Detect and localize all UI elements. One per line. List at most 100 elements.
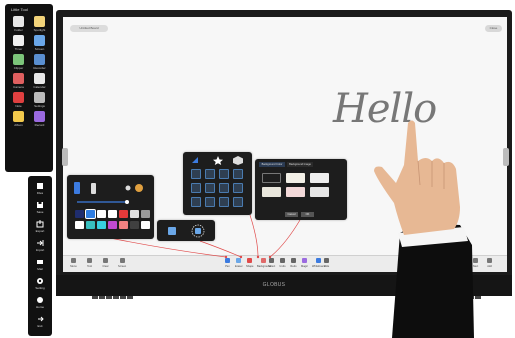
pen-icon	[225, 258, 230, 263]
background-icon	[261, 258, 267, 263]
toolbar-button-label: Clear	[102, 265, 109, 268]
tab-background-image[interactable]: Background Image	[287, 162, 313, 167]
toolbar-button[interactable]: Menu	[70, 257, 77, 268]
bg-cancel-button[interactable]: Cancel	[285, 212, 298, 217]
little-tool-item-label: Clipper	[13, 66, 24, 70]
little-tool-panel: Little Tool Folder Spotlight Timer Screen Cl…	[5, 4, 53, 172]
color-swatch[interactable]	[130, 221, 139, 229]
toolbar-button[interactable]: Screen	[118, 257, 126, 268]
background-thumbnail[interactable]	[262, 173, 281, 183]
shape-option[interactable]	[233, 197, 243, 207]
thickness-slider[interactable]	[73, 199, 133, 205]
timer-icon	[13, 35, 24, 46]
color-swatch[interactable]	[97, 210, 106, 218]
background-thumbnail[interactable]	[286, 173, 305, 183]
shape-option[interactable]	[191, 197, 201, 207]
shape-option[interactable]	[205, 197, 215, 207]
little-tool-item[interactable]: Clipper	[8, 54, 29, 73]
little-tool-item[interactable]: Camera	[8, 73, 29, 92]
shape-option[interactable]	[205, 183, 215, 193]
shape-option[interactable]	[191, 169, 201, 179]
files-icon	[37, 183, 43, 189]
exit-icon	[38, 316, 44, 322]
color-swatch[interactable]	[119, 221, 128, 229]
cube-tool-icon	[233, 156, 243, 165]
side-menu-item[interactable]: Export	[28, 220, 52, 233]
toolbar-button[interactable]: Undo	[279, 257, 286, 268]
toolbar-button[interactable]: Select	[268, 257, 275, 268]
shape-option[interactable]	[191, 183, 201, 193]
little-tool-item[interactable]: Note	[8, 92, 29, 111]
toolbar-button[interactable]: Eraser	[235, 257, 243, 268]
color-swatch[interactable]	[75, 210, 84, 218]
little-tool-item[interactable]: Album	[8, 111, 29, 130]
side-menu-item[interactable]: Save	[28, 201, 52, 214]
toolbar-button-label: Select	[268, 265, 276, 268]
toolbar-button[interactable]: Magic	[301, 257, 308, 268]
board-name-button[interactable]: Untitled Board	[70, 25, 108, 32]
color-swatch[interactable]	[141, 221, 150, 229]
side-menu-item[interactable]: Mail	[28, 258, 52, 271]
little-tool-item-label: Screen	[34, 47, 45, 51]
color-swatch[interactable]	[130, 210, 139, 218]
side-menu-item[interactable]: Files	[28, 182, 52, 195]
color-swatch[interactable]	[141, 210, 150, 218]
background-thumbnail[interactable]	[262, 187, 281, 197]
color-wheel-icon	[135, 184, 143, 192]
little-tool-item[interactable]: Record	[29, 111, 50, 130]
side-menu-item-label: Export	[35, 229, 45, 233]
select-icon	[269, 258, 275, 263]
little-tool-item[interactable]: Timer	[8, 35, 29, 54]
little-tool-item[interactable]: Folder	[8, 16, 29, 35]
shape-option[interactable]	[205, 169, 215, 179]
shape-option[interactable]	[233, 183, 243, 193]
toolbar-button[interactable]: Tool	[86, 257, 93, 268]
toolbar-button-label: Undo	[279, 265, 286, 268]
home-icon	[37, 297, 43, 303]
shape-option[interactable]	[219, 169, 229, 179]
little-tool-item[interactable]: Screen	[29, 35, 50, 54]
pen-settings-popup	[67, 175, 154, 239]
left-side-arrow-icon[interactable]	[62, 148, 68, 166]
toolbar-button-label: Eraser	[235, 265, 243, 268]
side-menu-item[interactable]: Setting	[28, 277, 52, 290]
color-swatch[interactable]	[108, 221, 117, 229]
toolbar-button[interactable]: Hide	[323, 257, 330, 268]
side-menu-item[interactable]: Import	[28, 239, 52, 252]
side-menu-item[interactable]: Home	[28, 296, 52, 309]
side-menu-item[interactable]: Exit	[28, 315, 52, 328]
folder-icon	[13, 16, 24, 27]
background-thumbnail[interactable]	[310, 173, 329, 183]
shape-popup	[183, 152, 252, 215]
background-thumbnail[interactable]	[286, 187, 305, 197]
shape-option[interactable]	[219, 183, 229, 193]
toolbar-button[interactable]: Clear	[102, 257, 109, 268]
color-swatch[interactable]	[85, 209, 96, 219]
shape-option[interactable]	[233, 169, 243, 179]
color-swatch[interactable]	[119, 210, 128, 218]
color-swatch[interactable]	[86, 221, 95, 229]
magic-icon	[302, 258, 307, 263]
little-tool-item[interactable]: Calendar	[29, 73, 50, 92]
close-button[interactable]: Close	[485, 25, 502, 32]
bg-ok-button[interactable]: OK	[301, 212, 314, 217]
toolbar-button[interactable]: Pen	[224, 257, 231, 268]
front-ports-left	[92, 286, 134, 299]
tab-background-color[interactable]: Background Color	[259, 162, 285, 167]
little-tool-item[interactable]: Settings	[29, 92, 50, 111]
little-tool-item[interactable]: Spotlight	[29, 16, 50, 35]
little-tool-item[interactable]: Recorder	[29, 54, 50, 73]
toolbar-button-label: Magic	[301, 265, 308, 268]
toolbar-button[interactable]: Redo	[290, 257, 297, 268]
toolbar-button[interactable]: Shape	[246, 257, 254, 268]
eraser-popup	[157, 220, 215, 241]
shape-option[interactable]	[219, 197, 229, 207]
color-swatch[interactable]	[97, 221, 106, 229]
little-tool-item-label: Album	[14, 123, 23, 127]
color-swatch[interactable]	[75, 221, 84, 229]
color-swatch[interactable]	[108, 210, 117, 218]
little-tool-item-label: Settings	[34, 104, 45, 108]
background-popup: Background Color Background Image Cancel…	[255, 159, 347, 220]
background-thumbnail[interactable]	[310, 187, 329, 197]
whiteboard-icon	[316, 258, 322, 263]
